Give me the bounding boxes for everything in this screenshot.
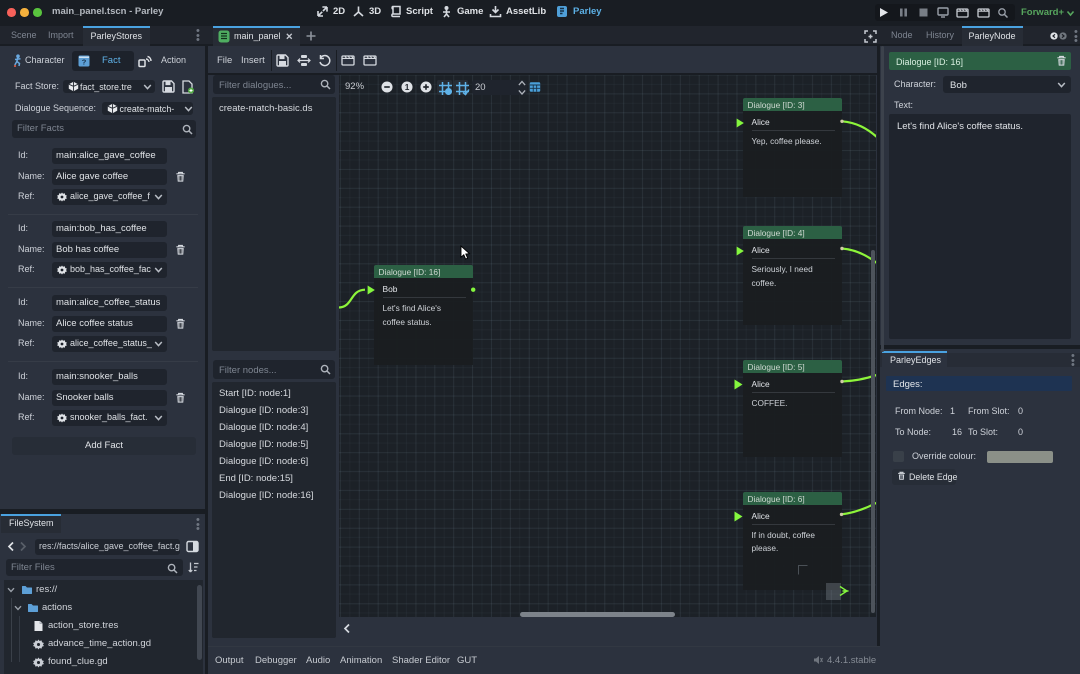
svg-text:?: ?: [82, 58, 87, 67]
svg-text:1: 1: [404, 82, 409, 92]
